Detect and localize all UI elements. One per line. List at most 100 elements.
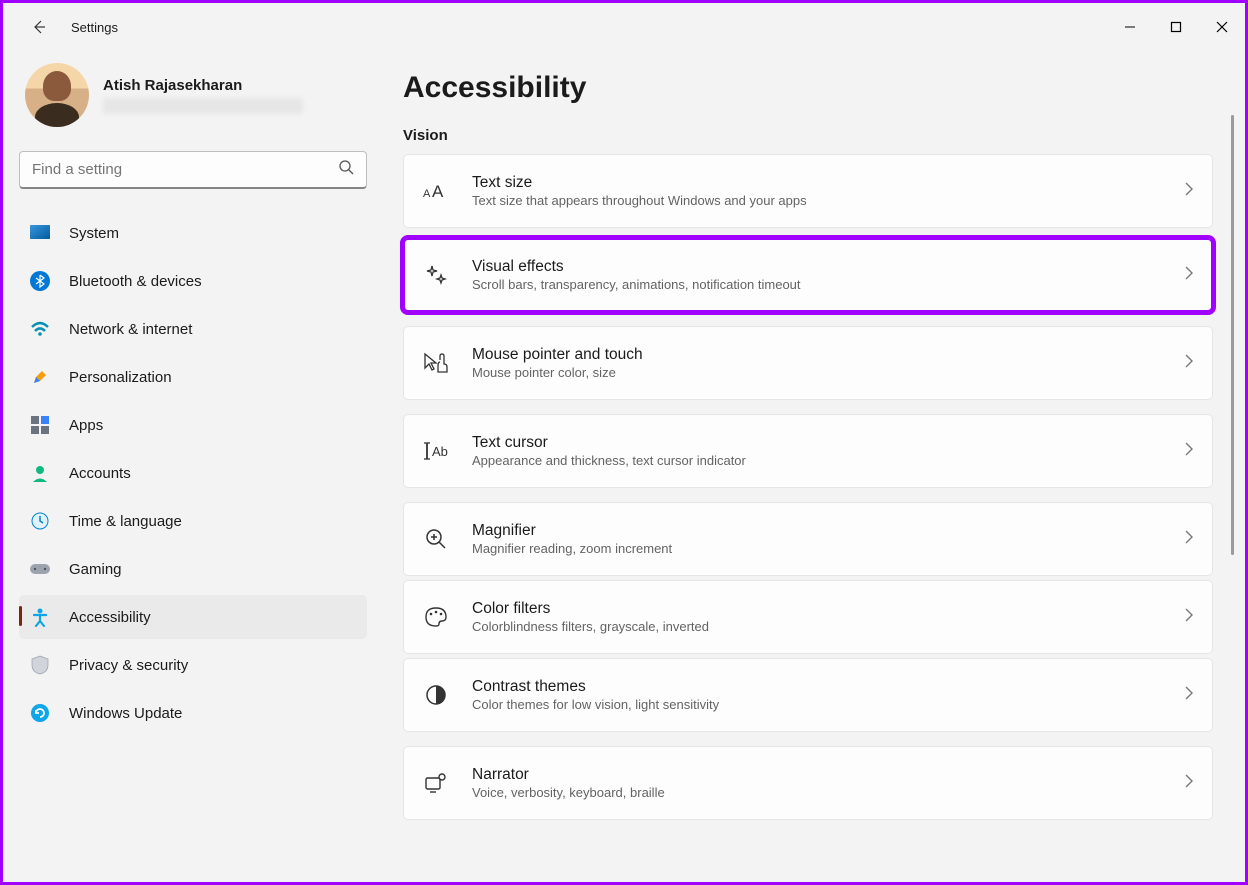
sidebar-item-label: Windows Update [69, 705, 182, 722]
chevron-right-icon [1184, 266, 1194, 285]
card-sub: Scroll bars, transparency, animations, n… [472, 277, 1162, 292]
text-size-icon: AA [422, 177, 450, 205]
sparkle-icon [422, 261, 450, 289]
window-controls [1107, 11, 1245, 43]
update-icon [29, 702, 51, 724]
card-title: Text size [472, 174, 1162, 192]
titlebar: Settings [3, 3, 1245, 51]
accessibility-icon [29, 606, 51, 628]
text-cursor-icon: Ab [422, 437, 450, 465]
minimize-icon [1124, 21, 1136, 33]
card-sub: Color themes for low vision, light sensi… [472, 697, 1162, 712]
sidebar-item-privacy[interactable]: Privacy & security [19, 643, 367, 687]
sidebar-item-bluetooth[interactable]: Bluetooth & devices [19, 259, 367, 303]
sidebar-item-label: Personalization [69, 369, 172, 386]
sidebar: Atish Rajasekharan System Bluetooth & de… [19, 51, 379, 882]
card-sub: Colorblindness filters, grayscale, inver… [472, 619, 1162, 634]
card-title: Contrast themes [472, 678, 1162, 696]
app-title: Settings [71, 20, 118, 35]
card-title: Narrator [472, 766, 1162, 784]
card-text-cursor[interactable]: Ab Text cursor Appearance and thickness,… [403, 414, 1213, 488]
chevron-right-icon [1184, 774, 1194, 793]
sidebar-item-label: System [69, 225, 119, 242]
sidebar-item-label: Accounts [69, 465, 131, 482]
paintbrush-icon [29, 366, 51, 388]
scrollbar[interactable] [1231, 115, 1234, 555]
card-sub: Appearance and thickness, text cursor in… [472, 453, 1162, 468]
profile-name: Atish Rajasekharan [103, 77, 303, 94]
sidebar-item-personalization[interactable]: Personalization [19, 355, 367, 399]
card-title: Color filters [472, 600, 1162, 618]
sidebar-item-system[interactable]: System [19, 211, 367, 255]
card-title: Mouse pointer and touch [472, 346, 1162, 364]
sidebar-item-network[interactable]: Network & internet [19, 307, 367, 351]
card-title: Magnifier [472, 522, 1162, 540]
chevron-right-icon [1184, 354, 1194, 373]
card-title: Text cursor [472, 434, 1162, 452]
sidebar-item-label: Privacy & security [69, 657, 188, 674]
person-icon [29, 462, 51, 484]
back-button[interactable] [19, 7, 59, 47]
sidebar-item-time-language[interactable]: Time & language [19, 499, 367, 543]
card-title: Visual effects [472, 258, 1162, 276]
sidebar-item-label: Gaming [69, 561, 122, 578]
contrast-icon [422, 681, 450, 709]
cursor-touch-icon [422, 349, 450, 377]
minimize-button[interactable] [1107, 11, 1153, 43]
sidebar-item-label: Time & language [69, 513, 182, 530]
card-sub: Voice, verbosity, keyboard, braille [472, 785, 1162, 800]
shield-icon [29, 654, 51, 676]
bluetooth-icon [29, 270, 51, 292]
sidebar-item-label: Apps [69, 417, 103, 434]
chevron-right-icon [1184, 686, 1194, 705]
card-narrator[interactable]: Narrator Voice, verbosity, keyboard, bra… [403, 746, 1213, 820]
card-magnifier[interactable]: Magnifier Magnifier reading, zoom increm… [403, 502, 1213, 576]
narrator-icon [422, 769, 450, 797]
page-title: Accessibility [403, 71, 1213, 105]
palette-icon [422, 603, 450, 631]
profile-email-redacted [103, 98, 303, 114]
sidebar-item-apps[interactable]: Apps [19, 403, 367, 447]
sidebar-item-accounts[interactable]: Accounts [19, 451, 367, 495]
card-mouse-pointer[interactable]: Mouse pointer and touch Mouse pointer co… [403, 326, 1213, 400]
wifi-icon [29, 318, 51, 340]
card-contrast-themes[interactable]: Contrast themes Color themes for low vis… [403, 658, 1213, 732]
close-icon [1216, 21, 1228, 33]
card-visual-effects[interactable]: Visual effects Scroll bars, transparency… [403, 238, 1213, 312]
magnifier-icon [422, 525, 450, 553]
apps-icon [29, 414, 51, 436]
svg-text:Ab: Ab [432, 444, 448, 459]
card-color-filters[interactable]: Color filters Colorblindness filters, gr… [403, 580, 1213, 654]
section-heading: Vision [403, 127, 1213, 144]
maximize-icon [1170, 21, 1182, 33]
card-sub: Mouse pointer color, size [472, 365, 1162, 380]
search-box[interactable] [19, 151, 367, 189]
chevron-right-icon [1184, 182, 1194, 201]
svg-text:A: A [432, 182, 444, 201]
sidebar-item-label: Bluetooth & devices [69, 273, 202, 290]
search-icon [338, 159, 354, 180]
card-sub: Text size that appears throughout Window… [472, 193, 1162, 208]
sidebar-item-windows-update[interactable]: Windows Update [19, 691, 367, 735]
maximize-button[interactable] [1153, 11, 1199, 43]
card-sub: Magnifier reading, zoom increment [472, 541, 1162, 556]
arrow-left-icon [31, 19, 47, 35]
main-panel: Accessibility Vision AA Text size Text s… [379, 51, 1237, 882]
chevron-right-icon [1184, 530, 1194, 549]
chevron-right-icon [1184, 442, 1194, 461]
close-button[interactable] [1199, 11, 1245, 43]
gamepad-icon [29, 558, 51, 580]
sidebar-item-gaming[interactable]: Gaming [19, 547, 367, 591]
avatar [25, 63, 89, 127]
sidebar-item-label: Network & internet [69, 321, 192, 338]
chevron-right-icon [1184, 608, 1194, 627]
nav-list: System Bluetooth & devices Network & int… [19, 211, 367, 735]
search-input[interactable] [32, 161, 338, 178]
svg-text:A: A [423, 188, 431, 200]
display-icon [29, 222, 51, 244]
profile[interactable]: Atish Rajasekharan [19, 51, 367, 145]
clock-globe-icon [29, 510, 51, 532]
card-text-size[interactable]: AA Text size Text size that appears thro… [403, 154, 1213, 228]
sidebar-item-label: Accessibility [69, 609, 151, 626]
sidebar-item-accessibility[interactable]: Accessibility [19, 595, 367, 639]
